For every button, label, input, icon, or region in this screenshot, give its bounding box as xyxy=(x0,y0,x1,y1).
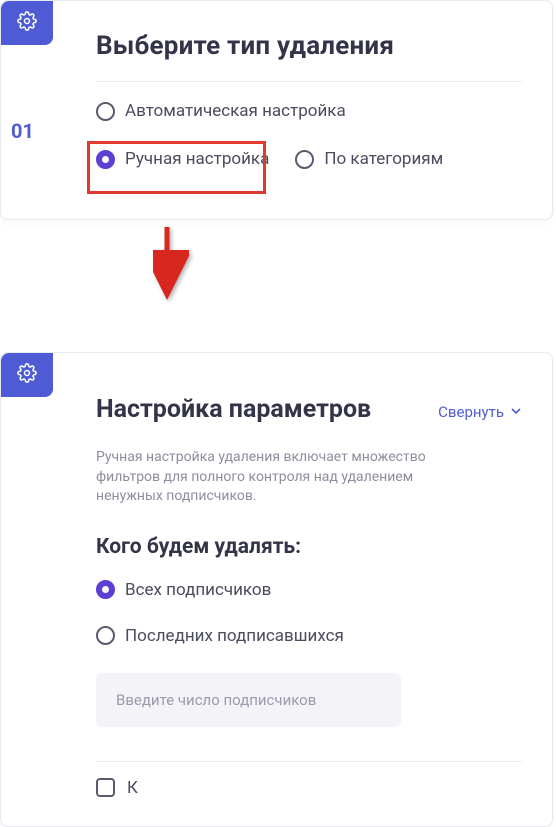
subscriber-count-input[interactable]: Введите число подписчиков xyxy=(96,673,401,727)
gear-icon xyxy=(17,11,37,35)
radio-by-category[interactable]: По категориям xyxy=(295,146,443,172)
collapse-toggle[interactable]: Свернуть xyxy=(438,403,522,421)
radio-label: Ручная настройка xyxy=(125,149,269,169)
radio-icon xyxy=(96,580,115,599)
gear-icon xyxy=(17,363,37,387)
divider xyxy=(96,761,522,762)
checkbox-label: К xyxy=(127,778,138,798)
divider xyxy=(96,81,522,82)
radio-manual[interactable]: Ручная настройка xyxy=(96,146,269,172)
radio-icon xyxy=(96,150,115,169)
chevron-down-icon xyxy=(510,403,522,421)
who-to-delete-title: Кого будем удалять: xyxy=(96,535,522,559)
radio-icon xyxy=(96,102,115,121)
gear-badge xyxy=(1,1,53,45)
radio-automatic[interactable]: Автоматическая настройка xyxy=(96,98,456,124)
radio-label: По категориям xyxy=(324,149,443,169)
parameters-title: Настройка параметров xyxy=(96,395,371,424)
radio-icon xyxy=(96,626,115,645)
checkbox-option[interactable]: К xyxy=(96,778,522,798)
radio-label: Последних подписавшихся xyxy=(125,626,344,646)
step-number: 01 xyxy=(11,119,34,143)
radio-icon xyxy=(295,150,314,169)
deletion-type-card: 01 Выберите тип удаления Автоматическая … xyxy=(0,0,553,220)
radio-label: Автоматическая настройка xyxy=(125,101,346,121)
gear-badge xyxy=(1,353,53,397)
radio-all-subscribers[interactable]: Всех подписчиков xyxy=(96,577,522,603)
checkbox-icon xyxy=(96,778,115,797)
collapse-label: Свернуть xyxy=(438,403,504,421)
radio-label: Всех подписчиков xyxy=(125,580,271,600)
annotation-arrow-icon xyxy=(153,225,189,305)
parameters-description: Ручная настройка удаления включает множе… xyxy=(96,448,476,507)
radio-last-subscribed[interactable]: Последних подписавшихся xyxy=(96,623,522,649)
deletion-type-title: Выберите тип удаления xyxy=(96,31,522,61)
parameters-card: Настройка параметров Свернуть Ручная нас… xyxy=(0,352,553,827)
